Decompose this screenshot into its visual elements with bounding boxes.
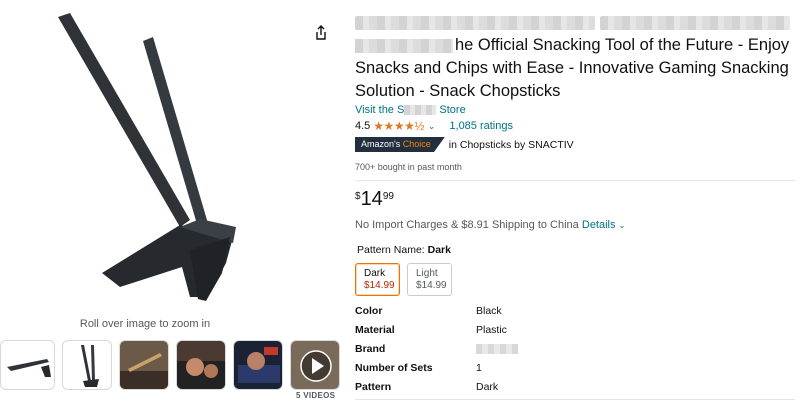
rating-row: 4.5 ★★★★½ ⌄ 1,085 ratings [355,118,513,134]
redacted-brand-text-2 [600,16,790,30]
spec-value: 1 [476,362,482,374]
pattern-name-label: Pattern Name: Dark [357,244,451,256]
amazons-choice-badge[interactable]: Amazon's Choice [355,137,445,152]
store-link-suffix: Store [439,104,466,116]
redacted-brand-value [476,344,518,355]
thumbnail-1[interactable] [0,340,55,390]
chevron-down-icon[interactable]: ⌄ [428,121,436,132]
amazons-choice-row: Amazon's Choice in Chopsticks by SNACTIV [355,137,574,152]
badge-prefix: Amazon's [361,139,401,149]
share-icon[interactable] [312,24,330,42]
shipping-details-link[interactable]: Details [582,219,616,231]
product-title: he Official Snacking Tool of the Future … [355,34,795,103]
spec-key: Material [355,324,395,336]
price-fraction: 99 [382,191,394,202]
spec-value: Plastic [476,324,507,336]
choice-category: in Chopsticks by SNACTIV [449,139,574,151]
thumbnail-video[interactable] [290,340,340,390]
thumbnail-3[interactable] [119,340,169,390]
spec-row-pattern: Pattern Dark [355,381,795,397]
spec-key: Color [355,305,383,317]
videos-count-label[interactable]: 5 VIDEOS [296,391,335,400]
spec-row-number-of-sets: Number of Sets 1 [355,362,795,378]
divider-bottom [355,399,795,400]
pattern-name-caption: Pattern Name: [357,244,425,256]
rating-value: 4.5 [355,120,371,132]
spec-row-color: Color Black [355,305,795,321]
spec-row-material: Material Plastic [355,324,795,340]
thumbnail-2[interactable] [62,340,112,390]
divider [355,180,795,181]
swatch-dark[interactable]: Dark $14.99 [355,263,400,296]
thumbnail-strip [0,340,345,392]
store-link-prefix: Visit the S [355,104,405,116]
thumbnail-5[interactable] [233,340,283,390]
visit-store-link[interactable]: Visit the S Store [355,104,466,116]
zoom-hint: Roll over image to zoom in [79,318,211,330]
product-main-image[interactable] [40,5,300,310]
shipping-info: No Import Charges & $8.91 Shipping to Ch… [355,219,625,231]
shipping-text: No Import Charges & $8.91 Shipping to Ch… [355,219,579,231]
chevron-down-icon[interactable]: ⌄ [619,221,626,230]
spec-value: Dark [476,381,499,393]
spec-value: Black [476,305,502,317]
price: $ 14 99 [355,188,394,210]
spec-row-brand: Brand [355,343,795,359]
swatch-name: Light [416,268,438,279]
star-rating-icon[interactable]: ★★★★½ [373,119,424,133]
swatch-price: $14.99 [364,280,395,291]
media-gallery: Roll over image to zoom in 5 VIDEOS [0,0,345,402]
redacted-store-name [404,105,437,116]
spec-key: Pattern [355,381,392,393]
swatch-name: Dark [364,268,386,279]
spec-key: Brand [355,343,386,355]
bought-past-month: 700+ bought in past month [355,162,462,172]
spec-value-redacted [476,343,518,355]
pattern-selected-value: Dark [427,244,451,256]
swatch-price: $14.99 [416,280,447,291]
category-prefix: in [448,138,457,151]
spec-key: Number of Sets [355,362,433,374]
redacted-title-start [355,38,453,53]
redacted-brand-text [355,16,595,30]
swatch-light[interactable]: Light $14.99 [407,263,452,296]
badge-choice-word: Choice [402,139,431,149]
thumbnail-4[interactable] [176,340,226,390]
price-whole: 14 [360,188,383,210]
category-link[interactable]: Chopsticks by SNACTIV [460,139,574,151]
ratings-count-link[interactable]: 1,085 ratings [449,120,513,132]
